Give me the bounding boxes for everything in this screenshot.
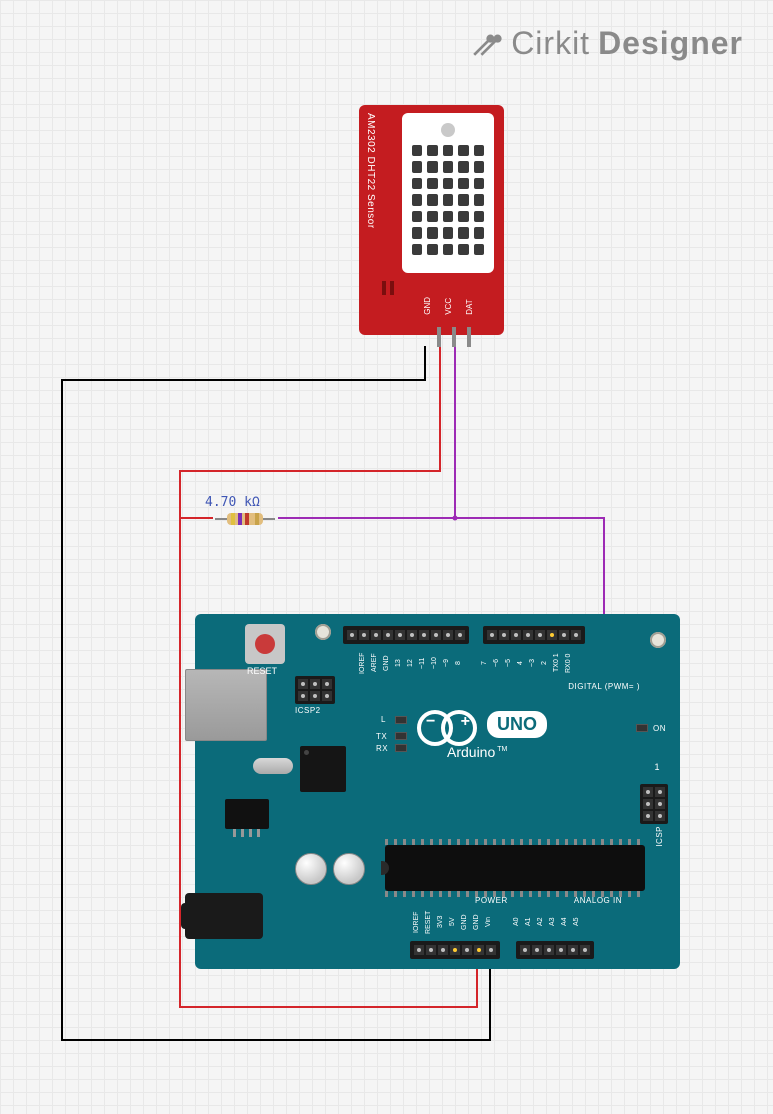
pin-d2[interactable] [547, 630, 557, 640]
pin-gnd-power[interactable] [474, 945, 484, 955]
icsp-header[interactable] [640, 784, 668, 824]
infinity-icon: −+ [417, 710, 477, 738]
arduino-text: ArduinoTM [447, 744, 507, 760]
led-l [395, 716, 407, 724]
node-data [453, 516, 458, 521]
power-barrel-jack[interactable] [185, 893, 263, 939]
resistor-4k7[interactable] [215, 513, 275, 525]
analog-label: ANALOG IN [574, 896, 622, 905]
icsp-pin1-label: 1 [654, 762, 660, 772]
sensor-grill [412, 145, 484, 255]
resistor-body [227, 513, 263, 525]
bottom-pin-labels: IOREF RESET 3V3 5V GND GND Vin A0 A1 A2 … [413, 909, 664, 935]
icsp2-label: ICSP2 [295, 706, 321, 715]
crystal-oscillator [253, 758, 293, 774]
pin-dat[interactable] [467, 327, 471, 347]
led-l-label: L [381, 715, 386, 724]
pin-5v[interactable] [450, 945, 460, 955]
icsp2-header[interactable] [295, 676, 335, 704]
usb-port[interactable] [185, 669, 267, 741]
app-logo: Cirkit Designer [467, 25, 743, 62]
atmega328p-chip [385, 845, 645, 891]
logo-icon [467, 26, 503, 62]
sensor-pin-dat: DAT [465, 297, 474, 315]
led-tx-label: TX [376, 732, 387, 741]
led-on-label: ON [653, 724, 666, 733]
sensor-name-label: AM2302 DHT22 Sensor [365, 113, 376, 273]
mount-hole [315, 624, 331, 640]
icsp-label: ICSP [655, 826, 664, 847]
led-rx-label: RX [376, 744, 388, 753]
sensor-pin-gnd: GND [423, 297, 432, 315]
sensor-pin-labels: GND VCC DAT [423, 297, 474, 315]
resistor-lead-right[interactable] [263, 518, 275, 520]
top-digital-headers[interactable] [343, 626, 660, 644]
reset-button[interactable] [245, 624, 285, 664]
arduino-uno-board[interactable]: RESET ICSP2 ICSP 1 IOREF AREF GND 13 12 … [195, 614, 680, 969]
voltage-regulator [225, 799, 269, 829]
analog-header[interactable] [516, 941, 594, 959]
led-rx [395, 744, 407, 752]
led-on [636, 724, 648, 732]
dht22-sensor-module[interactable]: AM2302 DHT22 Sensor GND VCC DAT [359, 105, 504, 335]
sensor-marks [382, 281, 394, 295]
power-header[interactable] [410, 941, 500, 959]
power-label: POWER [475, 896, 508, 905]
pin-vcc[interactable] [452, 327, 456, 347]
digital-label: DIGITAL (PWM= ) [568, 682, 640, 691]
capacitor [295, 853, 327, 885]
top-pin-labels: IOREF AREF GND 13 12 ~11 ~10 ~9 8 7 ~6 ~… [347, 650, 656, 676]
top-header-left[interactable] [343, 626, 469, 644]
logo-text-cirkit: Cirkit [511, 25, 590, 62]
sensor-pins[interactable] [437, 327, 471, 347]
resistor-lead-left[interactable] [215, 518, 227, 520]
led-tx [395, 732, 407, 740]
sensor-body [402, 113, 494, 273]
uno-badge: UNO [487, 711, 547, 738]
resistor-value-label: 4.70 kΩ [205, 495, 260, 510]
wire-data [278, 346, 604, 630]
bottom-headers[interactable] [410, 941, 668, 959]
pin-gnd[interactable] [437, 327, 441, 347]
atmega16u2-chip [300, 746, 346, 792]
top-header-right[interactable] [483, 626, 585, 644]
sensor-pin-vcc: VCC [444, 297, 453, 315]
arduino-logo: −+ UNO [417, 710, 547, 738]
logo-text-designer: Designer [598, 25, 743, 62]
capacitor [333, 853, 365, 885]
reset-label: RESET [247, 666, 277, 676]
